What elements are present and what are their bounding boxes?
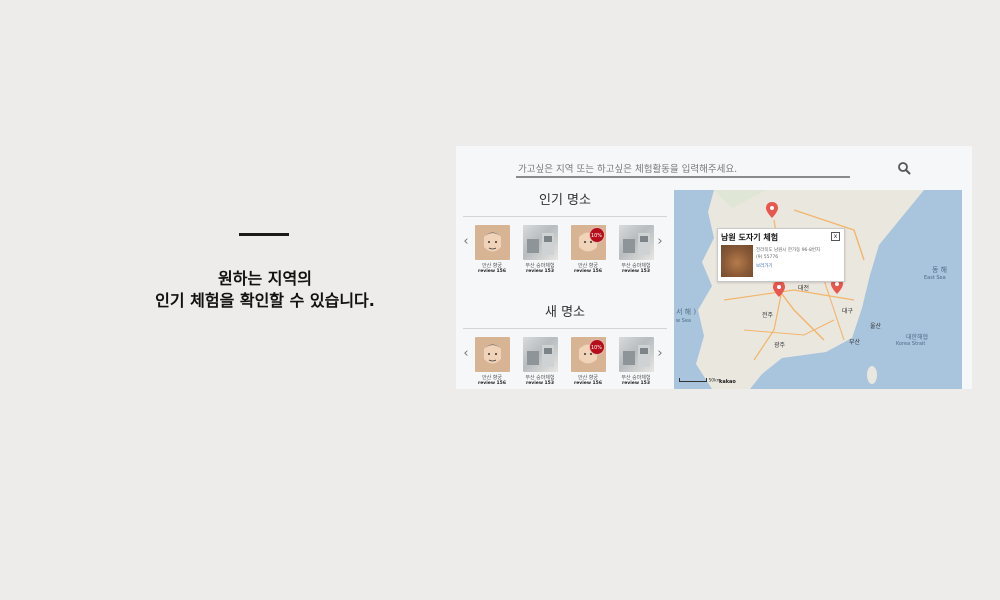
popular-section: 인기 명소 ‹ 안산 향궁 review 156 부산 숭마체험 review … bbox=[463, 190, 667, 287]
search-icon[interactable] bbox=[897, 161, 911, 175]
place-review-count: review 153 bbox=[526, 381, 554, 386]
hero-line-2: 인기 체험을 확인할 수 있습니다. bbox=[155, 291, 375, 310]
section-title-new: 새 명소 bbox=[544, 305, 585, 320]
map-label-yellow-sea: 서 해 ) bbox=[676, 308, 697, 316]
map-canvas bbox=[696, 190, 924, 389]
place-card[interactable]: 부산 숭마체험 review 153 bbox=[616, 337, 656, 387]
search-input[interactable] bbox=[516, 160, 850, 179]
popup-view-link[interactable]: 보러가기 bbox=[756, 263, 773, 269]
place-thumbnail bbox=[522, 225, 558, 260]
map-label-gwangju: 광주 bbox=[774, 342, 786, 349]
place-card[interactable]: 부산 숭마체험 review 153 bbox=[616, 225, 656, 275]
place-review-count: review 153 bbox=[526, 269, 554, 274]
place-card[interactable]: 안산 향궁 review 156 bbox=[472, 337, 512, 387]
place-info-popup[interactable]: 남원 도자기 체험 x 전라북도 남원시 한가동 96-8번지 (9) 5577… bbox=[717, 228, 845, 282]
popup-address: 전라북도 남원시 한가동 96-8번지 bbox=[756, 248, 821, 253]
place-review-count: review 156 bbox=[478, 269, 506, 274]
place-thumbnail: 10% bbox=[570, 337, 606, 372]
map-label-east-sea-en: East Sea bbox=[924, 275, 946, 281]
place-thumbnail bbox=[474, 337, 510, 372]
section-title-popular: 인기 명소 bbox=[539, 193, 591, 208]
place-thumbnail: 10% bbox=[570, 225, 606, 260]
map-label-yellow-sea-en: w Sea bbox=[676, 318, 691, 324]
search-bar bbox=[516, 157, 850, 179]
popup-thumbnail bbox=[721, 245, 753, 277]
map-label-busan: 부산 bbox=[849, 339, 861, 346]
hero-line-1: 원하는 지역의 bbox=[218, 269, 312, 288]
hero-caption: 원하는 지역의 인기 체험을 확인할 수 있습니다. bbox=[120, 268, 410, 312]
place-thumbnail bbox=[618, 225, 654, 260]
new-section: 새 명소 ‹ 안산 향궁 review 156 부산 숭마체험 review 1… bbox=[463, 302, 667, 389]
place-thumbnail bbox=[522, 337, 558, 372]
place-review-count: review 156 bbox=[574, 269, 602, 274]
chevron-right-icon[interactable]: › bbox=[655, 347, 665, 361]
discount-badge: 10% bbox=[588, 339, 605, 355]
place-thumbnail bbox=[618, 337, 654, 372]
place-thumbnail bbox=[474, 225, 510, 260]
map-label-daejeon: 대전 bbox=[798, 285, 810, 292]
place-card[interactable]: 10% 안산 향궁 review 156 bbox=[568, 225, 608, 275]
map-scale: 50km bbox=[679, 378, 721, 384]
discount-badge: 10% bbox=[588, 227, 605, 243]
close-icon[interactable]: x bbox=[831, 232, 840, 241]
place-card[interactable]: 부산 숭마체험 review 153 bbox=[520, 337, 560, 387]
map-label-korea-strait-en: Korea Strait bbox=[896, 341, 926, 347]
popup-phone: (9) 55776 bbox=[756, 255, 779, 260]
place-review-count: review 153 bbox=[622, 381, 650, 386]
map-label-ulsan: 울산 bbox=[870, 323, 882, 330]
map-label-east-sea: 동 해 bbox=[932, 266, 948, 274]
new-carousel: ‹ 안산 향궁 review 156 부산 숭마체험 review 153 10… bbox=[463, 337, 667, 389]
kakao-logo: kakao bbox=[719, 379, 736, 385]
place-card[interactable]: 부산 숭마체험 review 153 bbox=[520, 225, 560, 275]
place-review-count: review 156 bbox=[478, 381, 506, 386]
place-review-count: review 153 bbox=[622, 269, 650, 274]
place-review-count: review 156 bbox=[574, 381, 602, 386]
map-view[interactable]: 동 해 East Sea 대한해협 Korea Strait 서 해 ) w S… bbox=[674, 190, 962, 389]
place-card[interactable]: 안산 향궁 review 156 bbox=[472, 225, 512, 275]
section-divider bbox=[463, 216, 667, 217]
screenshot-panel: 인기 명소 ‹ 안산 향궁 review 156 부산 숭마체험 review … bbox=[456, 146, 972, 389]
places-column: 인기 명소 ‹ 안산 향궁 review 156 부산 숭마체험 review … bbox=[463, 190, 667, 389]
map-label-jeonju: 전주 bbox=[762, 312, 774, 319]
chevron-right-icon[interactable]: › bbox=[655, 235, 665, 249]
map-label-daegu: 대구 bbox=[842, 308, 854, 315]
popular-carousel: ‹ 안산 향궁 review 156 부산 숭마체험 review 153 10… bbox=[463, 225, 667, 287]
place-card[interactable]: 10% 안산 향궁 review 156 bbox=[568, 337, 608, 387]
chevron-left-icon[interactable]: ‹ bbox=[461, 235, 471, 249]
chevron-left-icon[interactable]: ‹ bbox=[461, 347, 471, 361]
hero-divider bbox=[239, 233, 289, 236]
map-label-korea-strait: 대한해협 bbox=[906, 334, 929, 341]
popup-title: 남원 도자기 체험 bbox=[721, 233, 779, 242]
section-divider bbox=[463, 328, 667, 329]
